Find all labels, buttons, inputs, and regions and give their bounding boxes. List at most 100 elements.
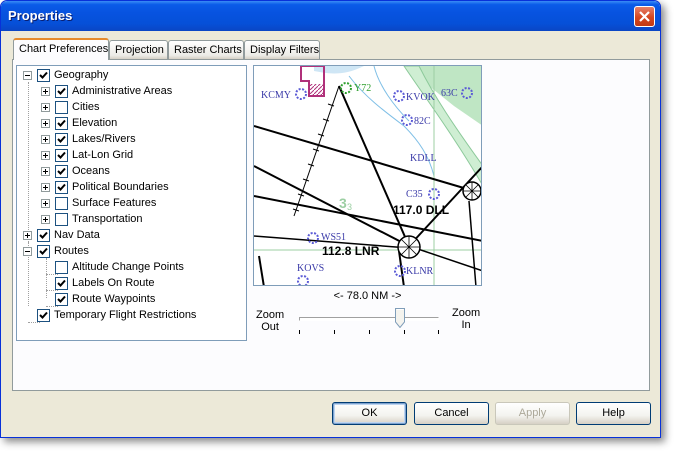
tree-item[interactable]: Labels On Route — [41, 275, 155, 291]
help-button[interactable]: Help — [576, 402, 651, 425]
tree-item-label: Surface Features — [72, 197, 157, 209]
layer-tree[interactable]: Geography Administrative Areas Cities Eleva… — [16, 65, 247, 341]
tree-checkbox[interactable] — [55, 276, 68, 290]
map-range-label: <- 78.0 NM -> — [333, 290, 402, 302]
tree-item[interactable]: Lat-Lon Grid — [41, 147, 133, 163]
chart-preview-map[interactable]: 3 3 KCMY Y72 KVOK 63C 82C KDLL C35 117.0… — [253, 65, 482, 286]
tree-item-label: Altitude Change Points — [72, 261, 184, 273]
tree-item-label: Lakes/Rivers — [72, 133, 136, 145]
tree-item[interactable]: Lakes/Rivers — [41, 131, 136, 147]
airport-icon — [307, 232, 319, 244]
tab-raster-charts[interactable]: Raster Charts — [168, 40, 244, 59]
tree-checkbox[interactable] — [55, 116, 68, 130]
tree-item[interactable]: Nav Data — [23, 227, 100, 243]
tree-item-label: Geography — [54, 69, 109, 81]
tab-chart-preferences[interactable]: Chart Preferences — [13, 38, 109, 60]
airport-icon — [394, 265, 406, 277]
tree-item[interactable]: Surface Features — [41, 195, 156, 211]
route-line — [258, 255, 265, 285]
collapse-icon[interactable] — [23, 246, 32, 256]
airport-icon — [295, 88, 307, 100]
tree-checkbox[interactable] — [37, 244, 50, 258]
window-title: Properties — [8, 8, 73, 23]
map-label-kcmy: KCMY — [261, 90, 291, 101]
expand-icon[interactable] — [23, 230, 32, 240]
ok-button[interactable]: OK — [332, 402, 407, 425]
tree-checkbox[interactable] — [55, 212, 68, 226]
restricted-hatch — [310, 84, 324, 96]
tree-checkbox[interactable] — [55, 260, 68, 274]
tree-item[interactable]: Altitude Change Points — [41, 259, 184, 275]
elevation-mark: 3 — [339, 195, 347, 211]
checkmark-icon — [39, 311, 48, 319]
expand-icon[interactable] — [41, 134, 50, 144]
apply-button[interactable]: Apply — [495, 402, 570, 425]
tree-checkbox[interactable] — [55, 180, 68, 194]
tree-item-label: Temporary Flight Restrictions — [54, 309, 197, 321]
zoom-slider-thumb[interactable] — [394, 308, 405, 329]
expand-icon[interactable] — [41, 214, 50, 224]
checkmark-icon — [39, 247, 48, 255]
map-label-lnr-frequency: 112.8 LNR — [322, 244, 380, 258]
expand-icon[interactable] — [41, 86, 50, 96]
tree-item-label: Cities — [72, 101, 100, 113]
zoom-slider[interactable] — [293, 306, 445, 340]
checkmark-icon — [57, 167, 66, 175]
tree-item[interactable]: Transportation — [41, 211, 143, 227]
close-button[interactable] — [634, 6, 655, 27]
tree-item-label: Routes — [54, 245, 89, 257]
tree-item[interactable]: Routes — [23, 243, 89, 259]
expand-icon[interactable] — [41, 150, 50, 160]
expand-icon[interactable] — [41, 198, 50, 208]
tree-item[interactable]: Route Waypoints — [41, 291, 155, 307]
title-bar[interactable]: Properties — [1, 1, 660, 31]
tree-item-label: Lat-Lon Grid — [72, 149, 134, 161]
tree-checkbox[interactable] — [37, 68, 50, 82]
tree-item[interactable]: Cities — [41, 99, 100, 115]
tree-checkbox[interactable] — [55, 292, 68, 306]
tree-checkbox[interactable] — [37, 308, 50, 322]
tree-item[interactable]: Geography — [23, 67, 108, 83]
collapse-icon[interactable] — [23, 70, 32, 80]
tree-checkbox[interactable] — [55, 132, 68, 146]
airport-icon — [297, 275, 309, 285]
airport-icon — [340, 82, 352, 94]
tree-item[interactable]: Administrative Areas — [41, 83, 172, 99]
tree-item-label: Nav Data — [54, 229, 100, 241]
cancel-button[interactable]: Cancel — [414, 402, 489, 425]
tree-checkbox[interactable] — [55, 84, 68, 98]
expand-icon[interactable] — [41, 166, 50, 176]
expand-icon[interactable] — [41, 102, 50, 112]
tree-item-label: Elevation — [72, 117, 118, 129]
tree-checkbox[interactable] — [37, 228, 50, 242]
tab-display-filters[interactable]: Display Filters — [244, 40, 320, 59]
tree-item-label: Transportation — [72, 213, 143, 225]
tree-item[interactable]: Political Boundaries — [41, 179, 169, 195]
tree-checkbox[interactable] — [55, 100, 68, 114]
checkmark-icon — [57, 119, 66, 127]
tab-projection[interactable]: Projection — [109, 40, 168, 59]
tree-item[interactable]: Oceans — [41, 163, 110, 179]
tree-item[interactable]: Temporary Flight Restrictions — [23, 307, 196, 323]
zoom-slider-track[interactable] — [299, 317, 439, 321]
tree-item[interactable]: Elevation — [41, 115, 117, 131]
tree-checkbox[interactable] — [55, 164, 68, 178]
tree-checkbox[interactable] — [55, 148, 68, 162]
tree-checkbox[interactable] — [55, 196, 68, 210]
vor-compass-icon — [397, 235, 421, 259]
slider-tick — [369, 330, 370, 334]
chart-preferences-panel: Geography Administrative Areas Cities Eleva… — [12, 59, 650, 391]
slider-tick — [438, 330, 439, 334]
checkmark-icon — [39, 231, 48, 239]
properties-dialog: Properties Chart Preferences Projection … — [0, 0, 661, 438]
expand-icon[interactable] — [41, 182, 50, 192]
tree-item-label: Political Boundaries — [72, 181, 169, 193]
water-area — [314, 66, 364, 74]
airway-ticks — [292, 103, 335, 212]
vor-compass-icon — [462, 181, 481, 201]
expand-icon[interactable] — [41, 118, 50, 128]
checkmark-icon — [57, 279, 66, 287]
tree-item-label: Administrative Areas — [72, 85, 173, 97]
checkmark-icon — [57, 183, 66, 191]
map-label-kdll: KDLL — [410, 153, 437, 164]
